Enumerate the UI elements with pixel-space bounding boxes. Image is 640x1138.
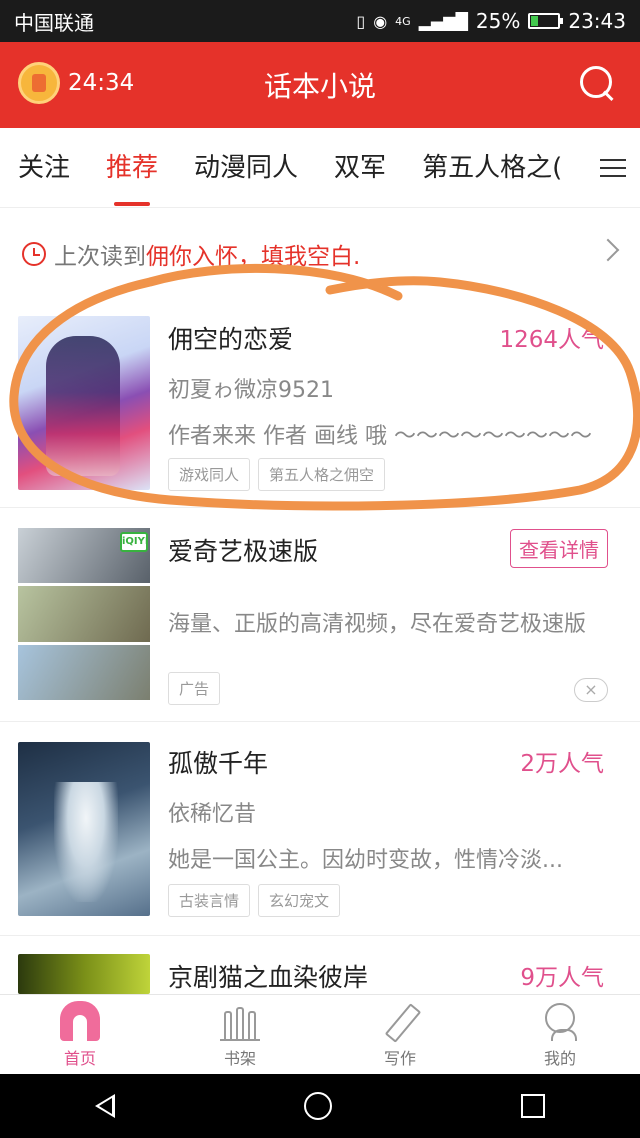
nav-bookshelf[interactable]: 书架 (160, 995, 320, 1074)
book-cover (18, 316, 150, 490)
tab-anime-fanfic[interactable]: 动漫同人 (194, 128, 298, 207)
book-author: 初夏ゎ微凉9521 (168, 378, 334, 403)
chevron-right-icon (596, 238, 620, 262)
search-icon[interactable] (580, 66, 616, 102)
carrier-name: 中国联通 (14, 10, 94, 35)
tab-recommend[interactable]: 推荐 (106, 128, 158, 207)
book-title: 孤傲千年 (168, 749, 269, 778)
home-circle-icon[interactable] (303, 1092, 332, 1120)
vibrate-icon: ▯ (356, 11, 366, 31)
nav-profile[interactable]: 我的 (480, 995, 640, 1074)
nav-label: 书架 (223, 1048, 256, 1068)
book-cover (18, 742, 150, 916)
view-details-button[interactable]: 查看详情 (510, 529, 608, 568)
bookshelf-icon (220, 1001, 260, 1041)
ad-cover (18, 528, 150, 700)
close-ad-icon[interactable]: × (574, 678, 608, 702)
tab-follow[interactable]: 关注 (18, 128, 70, 207)
book-title: 佣空的恋爱 (168, 325, 294, 354)
nav-label: 首页 (63, 1048, 96, 1068)
book-description: 作者来来 作者 画线 哦 ～～～～～～～～～ (168, 424, 592, 449)
last-read-prefix: 上次读到 (54, 244, 146, 270)
bottom-navigation: 首页 书架 写作 我的 (0, 994, 640, 1074)
book-tag[interactable]: 古装言情 (168, 884, 251, 917)
tab-identity-v[interactable]: 第五人格之( (422, 128, 562, 207)
last-read-bar[interactable]: 上次读到 佣你入怀，填我空白. (0, 208, 640, 300)
clock-icon (22, 242, 46, 266)
app-header: 24:34 话本小说 (0, 42, 640, 128)
signal-icon: ▂▄▆█ (418, 11, 468, 31)
book-tag[interactable]: 玄幻宠文 (258, 884, 341, 917)
category-tabs: 关注 推荐 动漫同人 双军 第五人格之( (0, 128, 640, 208)
book-tags: 古装言情 玄幻宠文 (168, 884, 341, 917)
ad-tags: 广告 (168, 672, 221, 705)
book-card[interactable]: 佣空的恋爱 1264人气 初夏ゎ微凉9521 作者来来 作者 画线 哦 ～～～～… (0, 300, 640, 508)
book-cover (18, 954, 150, 994)
battery-fill (531, 16, 539, 26)
book-popularity: 2万人气 (520, 751, 604, 777)
clock-time: 23:43 (568, 9, 626, 33)
book-popularity: 9万人气 (520, 965, 604, 991)
network-type: 4G (395, 14, 411, 28)
eye-icon: ◉ (373, 11, 388, 31)
book-popularity: 1264人气 (499, 327, 604, 353)
tab-menu-icon[interactable] (586, 128, 640, 207)
system-navigation-bar (0, 1074, 640, 1138)
recent-apps-icon[interactable] (521, 1094, 546, 1118)
back-icon[interactable] (94, 1094, 115, 1118)
profile-icon (545, 1002, 577, 1041)
last-read-book: 佣你入怀，填我空白. (146, 244, 361, 270)
book-tags: 游戏同人 第五人格之佣空 (168, 458, 386, 491)
book-title[interactable]: 京剧猫之血染彼岸 (168, 958, 368, 994)
tab-shuangjun[interactable]: 双军 (334, 128, 386, 207)
book-description: 她是一国公主。因幼时变故，性情冷淡... (168, 848, 563, 873)
book-author: 依稀忆昔 (168, 802, 257, 827)
iqiyi-logo-icon: iQIYI (120, 532, 149, 552)
book-tag[interactable]: 游戏同人 (168, 458, 251, 491)
app-title: 话本小说 (263, 70, 376, 103)
nav-label: 我的 (543, 1048, 576, 1068)
home-icon (60, 1000, 100, 1041)
battery-icon (528, 13, 564, 29)
ad-label: 广告 (168, 672, 221, 705)
pen-icon (380, 1001, 420, 1041)
status-bar: 中国联通 ▯ ◉ 4G ▂▄▆█ 25% 23:43 (0, 0, 640, 42)
nav-home[interactable]: 首页 (0, 995, 160, 1074)
battery-percent: 25% (475, 9, 521, 33)
status-icons: ▯ ◉ 4G ▂▄▆█ 25% 23:43 (356, 9, 626, 33)
book-tag[interactable]: 第五人格之佣空 (258, 458, 386, 491)
nav-write[interactable]: 写作 (320, 995, 480, 1074)
ad-description: 海量、正版的高清视频，尽在爱奇艺极速版 (168, 612, 587, 637)
nav-label: 写作 (383, 1048, 416, 1068)
ad-title: 爱奇艺极速版 (168, 537, 319, 566)
